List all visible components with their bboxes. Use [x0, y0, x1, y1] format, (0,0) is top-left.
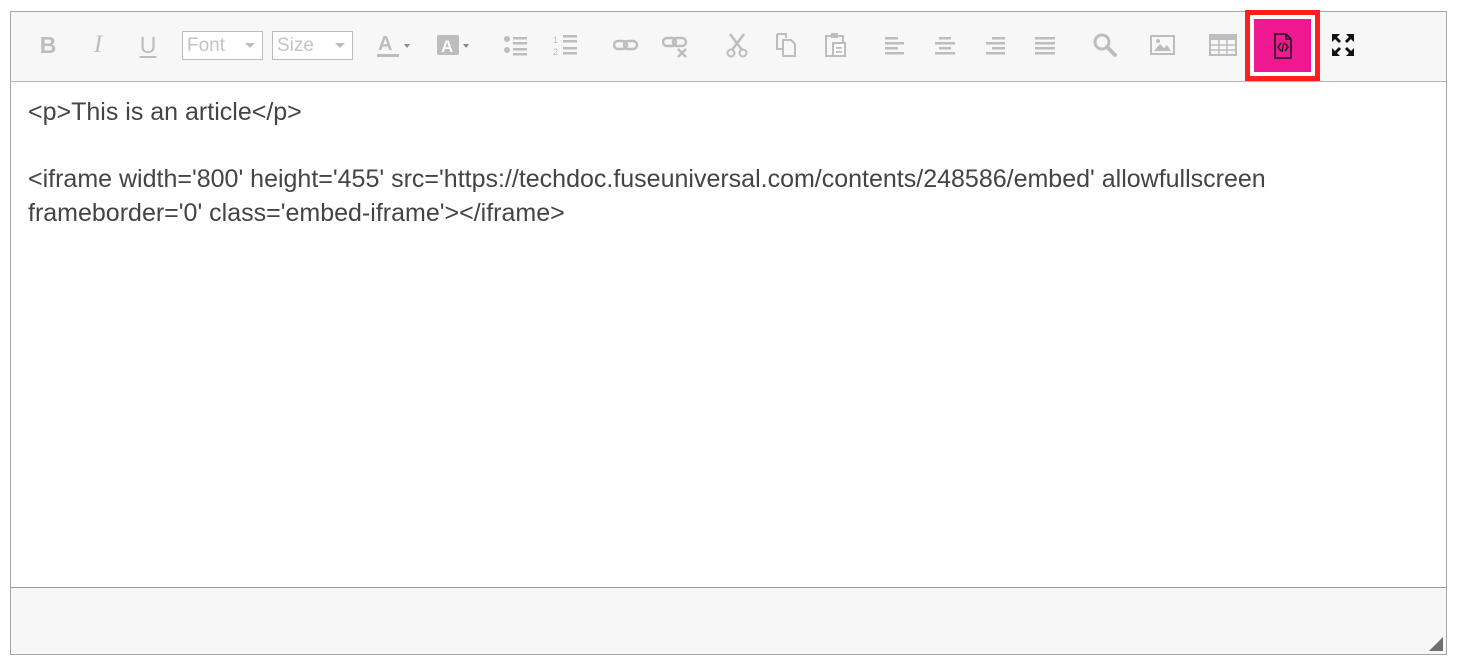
table-icon: [1209, 34, 1237, 56]
italic-icon: I: [93, 31, 103, 58]
bold-icon: B: [39, 31, 57, 58]
bullet-list-icon: [504, 36, 527, 56]
source-code-highlight: [1245, 10, 1320, 81]
rich-text-editor: B I U Font Size A A 1 2 <p>This is an ar…: [10, 10, 1447, 655]
size-select[interactable]: Size: [272, 31, 353, 60]
justify-button[interactable]: [1029, 29, 1061, 61]
unlink-icon: [662, 36, 688, 58]
editor-statusbar: [11, 588, 1446, 654]
align-left-button[interactable]: [879, 29, 911, 61]
editor-content-area[interactable]: <p>This is an article</p> <iframe width=…: [11, 82, 1446, 588]
align-left-icon: [885, 37, 904, 55]
font-color-button[interactable]: A: [375, 29, 415, 61]
font-select[interactable]: Font: [182, 31, 263, 60]
copy-button[interactable]: [770, 29, 802, 61]
link-icon: [613, 39, 639, 51]
editor-toolbar: B I U Font Size A A 1 2: [11, 10, 1446, 82]
align-center-button[interactable]: [929, 29, 961, 61]
unlink-button[interactable]: [660, 29, 692, 61]
fullscreen-icon: [1332, 34, 1354, 56]
cut-button[interactable]: [721, 29, 753, 61]
numbered-list-button[interactable]: 1 2: [550, 29, 582, 61]
search-icon: [1093, 33, 1117, 57]
paste-button[interactable]: [820, 29, 852, 61]
image-button[interactable]: [1147, 29, 1179, 61]
align-right-icon: [986, 37, 1005, 55]
chevron-down-icon: [335, 43, 345, 48]
background-color-icon: A: [437, 35, 469, 56]
italic-button[interactable]: I: [82, 29, 114, 61]
resize-handle-icon[interactable]: [1429, 637, 1443, 651]
numbered-list-icon: 1 2: [553, 35, 577, 57]
svg-text:2: 2: [553, 47, 558, 57]
font-color-icon: A: [377, 33, 410, 57]
align-right-button[interactable]: [979, 29, 1011, 61]
bold-button[interactable]: B: [32, 29, 64, 61]
content-line-iframe: <iframe width='800' height='455' src='ht…: [28, 165, 1266, 227]
chevron-down-icon: [245, 43, 255, 48]
paste-icon: [825, 33, 846, 57]
table-button[interactable]: [1207, 29, 1239, 61]
align-center-icon: [935, 37, 955, 55]
svg-text:1: 1: [553, 35, 558, 45]
font-select-label: Font: [187, 34, 226, 56]
bullet-list-button[interactable]: [500, 29, 532, 61]
svg-text:A: A: [441, 37, 453, 56]
search-button[interactable]: [1089, 29, 1121, 61]
fullscreen-button[interactable]: [1327, 29, 1359, 61]
underline-icon: U: [139, 31, 157, 58]
link-button[interactable]: [610, 29, 642, 61]
svg-text:A: A: [378, 33, 392, 55]
justify-icon: [1035, 37, 1055, 55]
background-color-button[interactable]: A: [435, 29, 475, 61]
source-code-icon: [1273, 32, 1292, 59]
cut-icon: [726, 33, 748, 58]
copy-icon: [776, 33, 796, 57]
underline-button[interactable]: U: [132, 29, 164, 61]
source-code-button[interactable]: [1250, 15, 1315, 76]
size-select-label: Size: [277, 34, 314, 56]
image-icon: [1150, 35, 1175, 55]
content-line-paragraph: <p>This is an article</p>: [28, 98, 302, 126]
